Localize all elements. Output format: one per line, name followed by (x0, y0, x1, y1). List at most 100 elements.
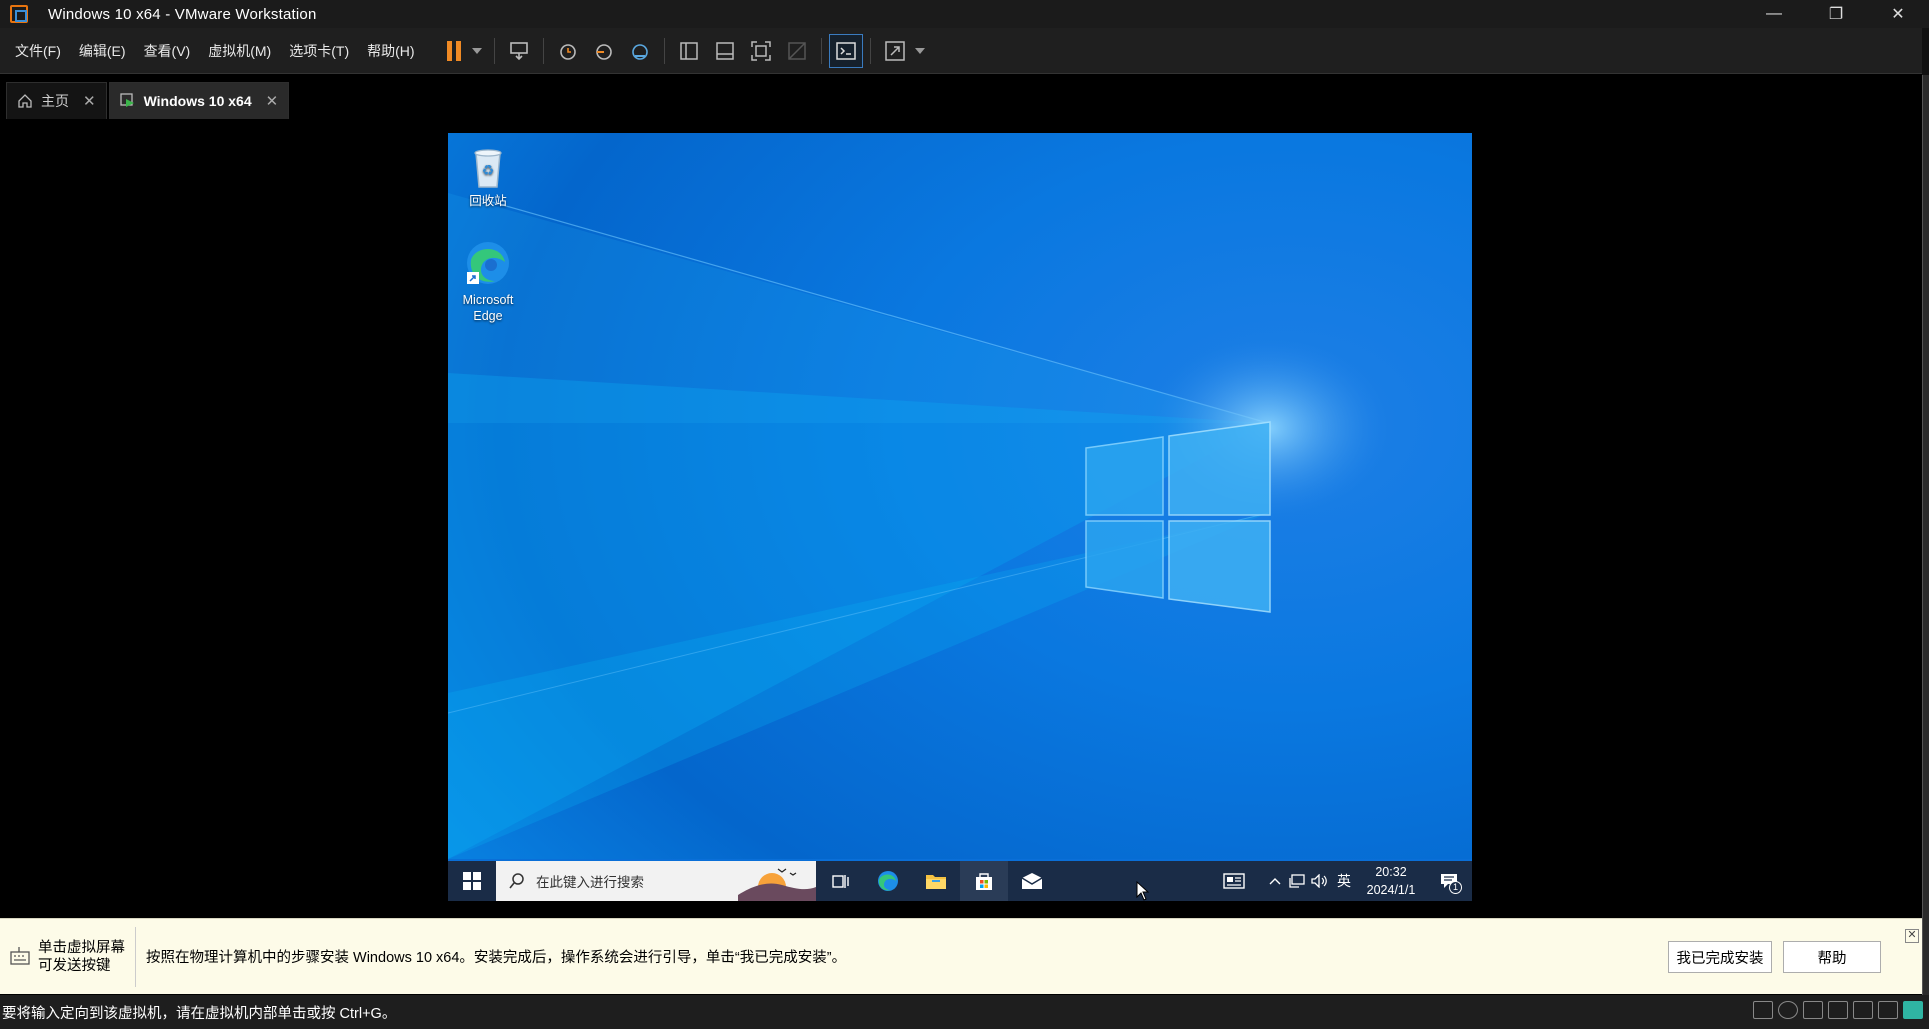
store-icon (976, 873, 992, 890)
fullscreen-button[interactable] (744, 34, 778, 68)
network-button[interactable] (1286, 861, 1308, 901)
cd-dvd-icon[interactable] (1778, 1001, 1798, 1019)
network-adapter-icon[interactable] (1803, 1001, 1823, 1019)
search-icon (509, 873, 524, 889)
vm-tab-icon (119, 93, 136, 109)
taskbar-store-button[interactable] (960, 861, 1008, 901)
menu-edit[interactable]: 编辑(E) (70, 36, 135, 66)
close-button[interactable]: ✕ (1867, 0, 1929, 28)
thumbnail-icon (715, 41, 734, 60)
menu-vm[interactable]: 虚拟机(M) (199, 36, 280, 66)
sound-icon[interactable] (1878, 1001, 1898, 1019)
send-ctrl-alt-del-button[interactable] (502, 34, 536, 68)
snapshot-button[interactable] (551, 34, 585, 68)
home-icon (17, 93, 33, 109)
tab-home[interactable]: 主页 ✕ (6, 82, 107, 119)
console-icon (835, 41, 856, 60)
unity-icon (787, 41, 806, 60)
recycle-bin-icon: ♻ (474, 149, 502, 188)
window-title: Windows 10 x64 - VMware Workstation (48, 5, 317, 23)
taskbar-edge-button[interactable] (864, 861, 912, 901)
fullscreen-icon (750, 40, 771, 61)
tab-windows10[interactable]: Windows 10 x64 ✕ (108, 82, 290, 119)
mouse-cursor-icon (1136, 881, 1150, 901)
tab-bar: 主页 ✕ Windows 10 x64 ✕ (0, 75, 1922, 119)
toolbar (436, 33, 925, 68)
power-dropdown-icon[interactable] (471, 47, 482, 54)
unity-button[interactable] (780, 34, 814, 68)
revert-icon (595, 43, 612, 60)
taskbar-mail-button[interactable] (1008, 861, 1056, 901)
clock-time: 20:32 (1375, 865, 1407, 879)
taskbar-clock[interactable]: 20:32 2024/1/1 (1356, 863, 1426, 899)
network-icon (1289, 874, 1305, 888)
printer-icon[interactable] (1853, 1001, 1873, 1019)
edge-label-line1: Microsoft (462, 293, 514, 307)
device-icons (1753, 1001, 1923, 1019)
action-center-button[interactable]: 1 (1426, 861, 1472, 901)
news-icon (1223, 873, 1245, 889)
hint-message: 按照在物理计算机中的步骤安装 Windows 10 x64。安装完成后，操作系统… (146, 950, 847, 966)
hint-left-line2: 可发送按键 (38, 957, 111, 974)
menu-bar: 文件(F) 编辑(E) 查看(V) 虚拟机(M) 选项卡(T) 帮助(H) (6, 36, 424, 66)
windows-taskbar: 在此键入进行搜索 英 20:32 2024/1/1 1 (448, 861, 1472, 901)
taskbar-search-box[interactable]: 在此键入进行搜索 (496, 861, 816, 901)
vertical-scrollbar[interactable] (1922, 75, 1929, 995)
system-tray: 英 20:32 2024/1/1 1 (1212, 861, 1472, 901)
thumbnail-view-button[interactable] (708, 34, 742, 68)
send-keys-icon (509, 41, 528, 60)
stretch-dropdown-icon[interactable] (914, 47, 925, 54)
library-view-button[interactable] (672, 34, 706, 68)
folder-icon (926, 875, 946, 889)
tab-home-close-icon[interactable]: ✕ (83, 92, 96, 110)
message-log-icon[interactable] (1903, 1001, 1923, 1019)
menu-view[interactable]: 查看(V) (135, 36, 200, 66)
menu-help[interactable]: 帮助(H) (358, 36, 423, 66)
help-button[interactable]: 帮助 (1783, 941, 1881, 973)
windows-wallpaper (448, 133, 1472, 859)
minimize-button[interactable]: — (1743, 0, 1805, 28)
hint-left-line1: 单击虚拟屏幕 (38, 939, 125, 956)
chevron-up-icon (1269, 878, 1281, 885)
edge-icon (467, 242, 509, 284)
suspend-button[interactable] (437, 34, 471, 68)
snapshot-manager-button[interactable] (623, 34, 657, 68)
menu-tabs[interactable]: 选项卡(T) (280, 36, 358, 66)
menu-file[interactable]: 文件(F) (6, 36, 70, 66)
recycle-bin-label: 回收站 (469, 194, 507, 208)
show-hidden-icons-button[interactable] (1264, 861, 1286, 901)
news-widget-button[interactable] (1212, 861, 1256, 901)
taskbar-explorer-button[interactable] (912, 861, 960, 901)
hint-left: 单击虚拟屏幕 可发送按键 (0, 926, 136, 987)
usb-icon[interactable] (1828, 1001, 1848, 1019)
task-view-icon (832, 875, 849, 888)
revert-snapshot-button[interactable] (587, 34, 621, 68)
desktop-icon-edge[interactable]: Microsoft Edge (448, 238, 528, 324)
svg-text:♻: ♻ (482, 162, 495, 178)
edge-icon (878, 871, 898, 891)
input-method-indicator[interactable]: 英 (1332, 861, 1356, 901)
snapshot-manager-icon (631, 43, 648, 60)
desktop-icon-recycle-bin[interactable]: ♻ 回收站 (448, 143, 528, 209)
hint-close-icon[interactable]: ✕ (1905, 929, 1919, 943)
task-view-button[interactable] (816, 861, 864, 901)
stretch-icon (884, 40, 905, 61)
start-button[interactable] (448, 861, 496, 901)
vm-screen[interactable]: ♻ 回收站 Microsoft Edge 在此键入进行搜索 英 20:32 20… (448, 133, 1472, 901)
volume-icon (1311, 874, 1327, 888)
console-view-button[interactable] (828, 33, 863, 68)
tab-windows10-label: Windows 10 x64 (143, 93, 252, 109)
restore-button[interactable]: ❐ (1805, 0, 1867, 28)
tab-windows10-close-icon[interactable]: ✕ (266, 92, 279, 110)
menu-toolbar: 文件(F) 编辑(E) 查看(V) 虚拟机(M) 选项卡(T) 帮助(H) (0, 28, 1922, 74)
finish-install-button[interactable]: 我已完成安装 (1668, 941, 1772, 973)
install-hint-bar: 单击虚拟屏幕 可发送按键 按照在物理计算机中的步骤安装 Windows 10 x… (0, 918, 1929, 994)
volume-button[interactable] (1308, 861, 1332, 901)
pause-icon (446, 40, 452, 61)
windows-start-icon (463, 872, 481, 890)
search-placeholder: 在此键入进行搜索 (536, 875, 644, 890)
search-highlight-icon (738, 861, 816, 901)
hard-disk-icon[interactable] (1753, 1001, 1773, 1019)
stretch-guest-button[interactable] (878, 34, 912, 68)
vmware-logo-icon (10, 5, 28, 23)
